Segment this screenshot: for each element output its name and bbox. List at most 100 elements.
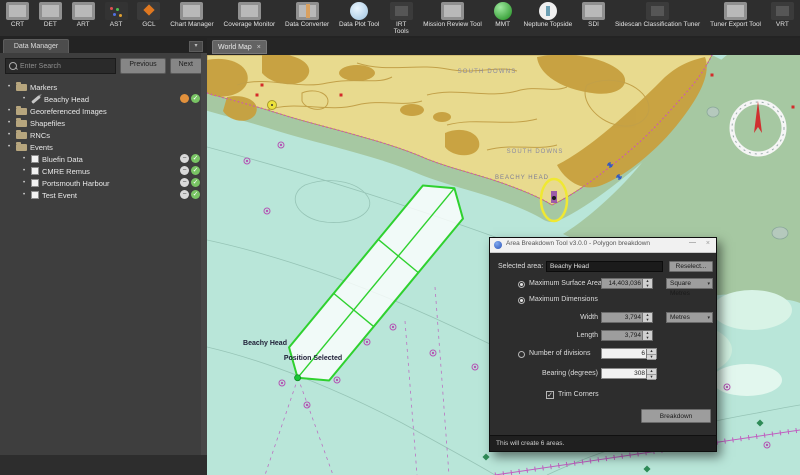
- close-tab-icon[interactable]: ×: [257, 41, 261, 53]
- expand-icon[interactable]: •: [23, 93, 28, 105]
- width-unit-dropdown[interactable]: Metres ▾: [666, 312, 713, 323]
- toolbar-item-tuner-export-tool[interactable]: Tuner Export Tool: [710, 2, 761, 28]
- folder-icon: [16, 118, 27, 127]
- sidescan-classification-tuner-icon: [646, 2, 670, 20]
- search-row: Enter Search Previous Next: [0, 53, 207, 78]
- checkbox-icon[interactable]: [31, 191, 39, 199]
- remove-badge[interactable]: −: [180, 190, 189, 199]
- spinner[interactable]: ▴ ▾: [646, 368, 656, 380]
- marker-color-badge[interactable]: [180, 94, 189, 103]
- max-surface-field[interactable]: 14,403,036 ▴ ▾: [601, 278, 653, 289]
- spinner[interactable]: ▴ ▾: [642, 312, 652, 322]
- tree-item-rncs[interactable]: • RNCs: [0, 129, 207, 141]
- visible-badge[interactable]: ✓: [191, 154, 200, 163]
- label-south-downs-lower: SOUTH DOWNS: [507, 149, 564, 155]
- label-beachy-head-chart: BEACHY HEAD: [495, 175, 549, 181]
- data-manager-panel: Data Manager ▾ Enter Search Previous Nex…: [0, 38, 207, 475]
- toolbar-item-sdi[interactable]: SDI: [582, 2, 606, 28]
- tab-data-manager[interactable]: Data Manager: [3, 39, 69, 53]
- checkbox-icon[interactable]: [31, 179, 39, 187]
- tree-item-shapefiles[interactable]: • Shapefiles: [0, 117, 207, 129]
- expand-icon[interactable]: •: [8, 141, 13, 153]
- toolbar-item-coverage-monitor[interactable]: Coverage Monitor: [224, 2, 275, 28]
- width-field[interactable]: 3,794 ▴ ▾: [601, 312, 653, 323]
- expand-icon[interactable]: •: [8, 129, 13, 141]
- tree-item-beachy-head[interactable]: • Beachy Head ✓: [0, 93, 207, 105]
- divisions-radio[interactable]: [518, 351, 525, 358]
- toolbar-item-crt[interactable]: CRT: [6, 2, 29, 28]
- tree-item-test-event[interactable]: • Test Event − ✓: [0, 189, 207, 201]
- tree-item-bluefin-data[interactable]: • Bluefin Data − ✓: [0, 153, 207, 165]
- toolbar-item-data-plot-tool[interactable]: Data Plot Tool: [339, 2, 379, 28]
- remove-badge[interactable]: −: [180, 166, 189, 175]
- max-dimensions-radio[interactable]: [518, 297, 525, 304]
- label-position-selected: Position Selected: [284, 355, 342, 362]
- toolbar-item-irt-tools[interactable]: IRT Tools: [389, 2, 413, 35]
- tree-item-georeferenced-images[interactable]: • Georeferenced Images: [0, 105, 207, 117]
- toolbar-item-sidescan-classification-tuner[interactable]: Sidescan Classification Tuner: [615, 2, 700, 28]
- expand-icon[interactable]: •: [8, 117, 13, 129]
- selected-area-label: Selected area:: [498, 263, 544, 270]
- visible-badge[interactable]: ✓: [191, 94, 200, 103]
- bearing-label: Bearing (degrees): [541, 370, 598, 377]
- expand-icon[interactable]: •: [23, 189, 28, 201]
- remove-badge[interactable]: −: [180, 178, 189, 187]
- toolbar-item-ast[interactable]: AST: [104, 2, 128, 28]
- remove-badge[interactable]: −: [180, 154, 189, 163]
- checkbox-icon[interactable]: [31, 167, 39, 175]
- expand-icon[interactable]: •: [23, 153, 28, 165]
- divisions-field[interactable]: 6 ▴ ▾: [601, 348, 657, 360]
- panel-menu-button[interactable]: ▾: [189, 41, 203, 52]
- vrt-icon: [770, 2, 794, 20]
- spinner[interactable]: ▴ ▾: [642, 330, 652, 340]
- folder-icon: [16, 130, 27, 139]
- expand-icon[interactable]: •: [23, 177, 28, 189]
- toolbar-item-art[interactable]: ART: [71, 2, 95, 28]
- visible-badge[interactable]: ✓: [191, 190, 200, 199]
- visible-badge[interactable]: ✓: [191, 166, 200, 175]
- length-field[interactable]: 3,794 ▴ ▾: [601, 330, 653, 341]
- neptune-topside-icon: [538, 2, 557, 20]
- dialog-titlebar[interactable]: Area Breakdown Tool v3.0.0 - Polygon bre…: [490, 238, 716, 253]
- breakdown-button[interactable]: Breakdown: [641, 409, 711, 423]
- tab-world-map[interactable]: World Map ×: [212, 40, 267, 54]
- chart-manager-icon: [180, 2, 204, 20]
- close-icon[interactable]: ×: [706, 240, 710, 247]
- spinner[interactable]: ▴ ▾: [646, 348, 656, 360]
- dialog-title: Area Breakdown Tool v3.0.0 - Polygon bre…: [506, 240, 651, 247]
- max-surface-unit-dropdown[interactable]: Square Metres ▾: [666, 278, 713, 297]
- tree-item-cmre-remus[interactable]: • CMRE Remus − ✓: [0, 165, 207, 177]
- toolbar-item-chart-manager[interactable]: Chart Manager: [170, 2, 214, 28]
- visible-badge[interactable]: ✓: [191, 178, 200, 187]
- trim-corners-checkbox[interactable]: ✓: [546, 391, 554, 399]
- search-input[interactable]: Enter Search: [5, 58, 117, 74]
- expand-icon[interactable]: •: [8, 81, 13, 93]
- minimize-icon[interactable]: —: [689, 239, 696, 246]
- toolbar-item-det[interactable]: DET: [38, 2, 62, 28]
- toolbar-item-mission-review-tool[interactable]: Mission Review Tool: [423, 2, 482, 28]
- max-surface-radio[interactable]: [518, 281, 525, 288]
- data-plot-tool-icon: [350, 2, 369, 20]
- expand-icon[interactable]: •: [23, 165, 28, 177]
- reselect-button[interactable]: Reselect...: [669, 261, 713, 272]
- selected-area-field[interactable]: Beachy Head: [546, 261, 663, 272]
- toolbar-item-mmt[interactable]: MMT: [492, 2, 514, 28]
- spinner[interactable]: ▴ ▾: [642, 278, 652, 288]
- toolbar-item-neptune-topside[interactable]: Neptune Topside: [524, 2, 572, 28]
- tree-item-portsmouth-harbour[interactable]: • Portsmouth Harbour − ✓: [0, 177, 207, 189]
- checkbox-icon[interactable]: [31, 155, 39, 163]
- previous-button[interactable]: Previous: [120, 58, 166, 74]
- label-selected-marker: Beachy Head: [243, 340, 287, 347]
- bearing-field[interactable]: 308 ▴ ▾: [601, 368, 657, 380]
- ast-icon: [104, 2, 128, 20]
- tree-item-events[interactable]: • Events: [0, 141, 207, 153]
- toolbar-item-data-converter[interactable]: Data Converter: [285, 2, 329, 28]
- next-button[interactable]: Next: [169, 58, 202, 74]
- folder-icon: [16, 106, 27, 115]
- application-window: CRT DET ART AST GCL Chart Manager Covera…: [0, 0, 800, 475]
- width-label: Width: [580, 314, 598, 321]
- expand-icon[interactable]: •: [8, 105, 13, 117]
- toolbar-item-gcl[interactable]: GCL: [137, 2, 161, 28]
- toolbar-item-vrt[interactable]: VRT: [770, 2, 794, 28]
- tree-item-markers[interactable]: • Markers: [0, 81, 207, 93]
